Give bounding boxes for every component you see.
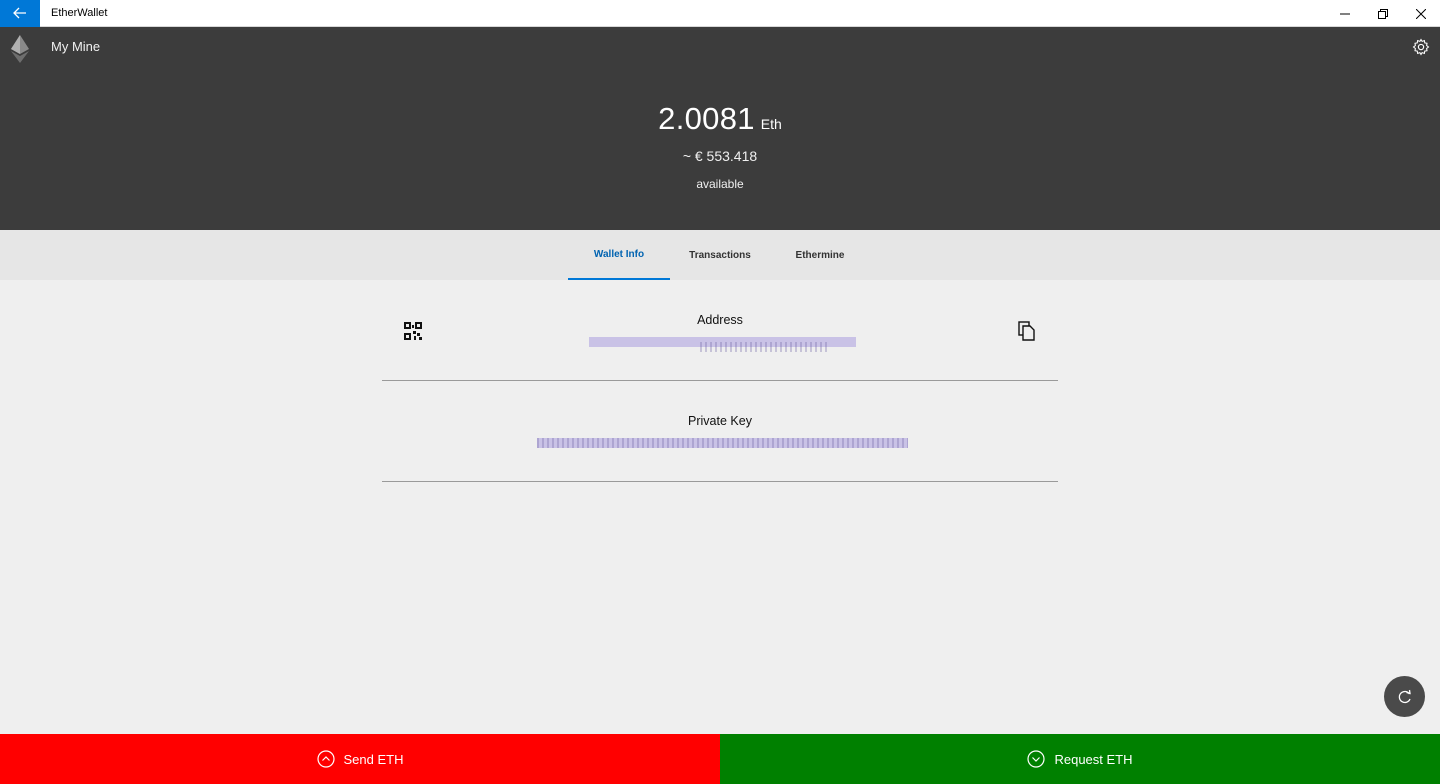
address-value-residue	[700, 342, 830, 352]
back-button[interactable]	[0, 0, 40, 27]
ethereum-icon	[11, 35, 29, 68]
window-controls	[1326, 0, 1440, 27]
tab-wallet-info[interactable]: Wallet Info	[568, 230, 670, 280]
settings-button[interactable]	[1412, 38, 1430, 61]
refresh-icon	[1398, 689, 1411, 703]
balance-status: available	[696, 177, 744, 191]
circle-up-icon	[316, 750, 335, 768]
balance: 2.0081 Eth	[0, 101, 1440, 137]
close-icon	[1416, 8, 1426, 19]
wallet-info-panel: Address Private Key	[0, 280, 1440, 734]
gear-icon	[1412, 38, 1430, 56]
title-bar: EtherWallet	[0, 0, 1440, 27]
balance-amount: 2.0081	[658, 101, 755, 136]
private-key-label: Private Key	[688, 414, 752, 428]
refresh-button[interactable]	[1384, 676, 1425, 717]
minimize-button[interactable]	[1326, 0, 1364, 27]
close-button[interactable]	[1402, 0, 1440, 27]
app-title: EtherWallet	[51, 7, 108, 19]
request-eth-label: Request ETH	[1054, 751, 1133, 767]
copy-address-button[interactable]	[1018, 321, 1036, 346]
restore-icon	[1378, 8, 1388, 19]
restore-button[interactable]	[1364, 0, 1402, 27]
wallet-name: My Mine	[51, 39, 101, 54]
request-eth-button[interactable]: Request ETH	[720, 734, 1440, 784]
balance-unit: Eth	[760, 116, 782, 132]
minimize-icon	[1340, 13, 1350, 14]
private-key-value-residue	[537, 438, 908, 448]
send-eth-button[interactable]: Send ETH	[0, 734, 720, 784]
circle-down-icon	[1027, 750, 1046, 768]
back-arrow-icon	[13, 7, 26, 19]
divider	[382, 380, 1058, 381]
tab-ethermine[interactable]: Ethermine	[770, 230, 870, 280]
send-eth-label: Send ETH	[343, 751, 404, 767]
tab-transactions[interactable]: Transactions	[670, 230, 770, 280]
copy-icon	[1018, 321, 1035, 341]
fiat-value: ~ € 553.418	[682, 148, 758, 164]
divider	[382, 481, 1058, 482]
address-label: Address	[697, 313, 743, 327]
wallet-header: My Mine 2.0081 Eth ~ € 553.418 available	[0, 27, 1440, 230]
tab-bar: Wallet Info Transactions Ethermine	[0, 230, 1440, 280]
